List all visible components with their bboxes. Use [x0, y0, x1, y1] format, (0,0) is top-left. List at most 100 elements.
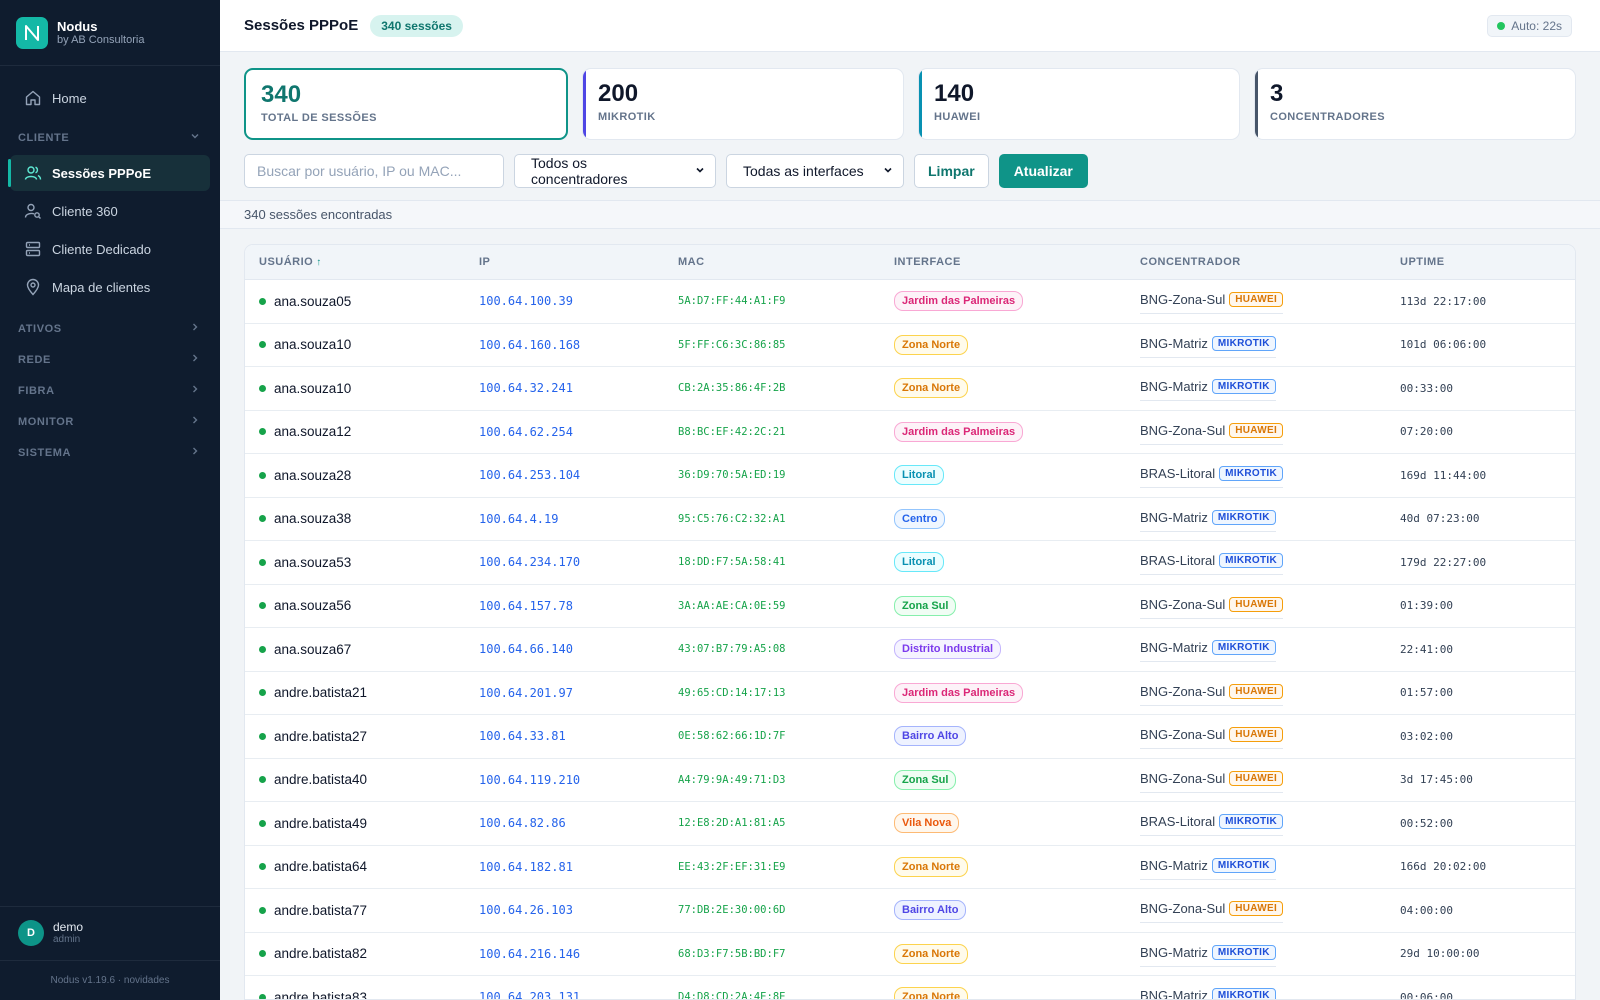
cell-uptime: 169d 11:44:00: [1400, 468, 1487, 482]
section-label: REDE: [18, 353, 51, 366]
user-profile[interactable]: D demo admin: [0, 906, 220, 958]
sidebar-section-rede[interactable]: REDE: [0, 344, 220, 375]
cell-uptime: 01:39:00: [1400, 599, 1453, 613]
username: andre.batista64: [274, 859, 368, 875]
sidebar-item-cliente-360[interactable]: Cliente 360: [10, 193, 210, 229]
sidebar-item-mapa-de-clientes[interactable]: Mapa de clientes: [10, 269, 210, 305]
cell-concentrador: BNG-Zona-Sul HUAWEI: [1140, 897, 1400, 924]
brand[interactable]: Nodus by AB Consultoria: [0, 0, 220, 66]
table-row[interactable]: ana.souza53 100.64.234.170 18:DD:F7:5A:58:…: [245, 541, 1575, 585]
online-status-icon: [259, 471, 266, 479]
cell-concentrador: BNG-Matriz MIKROTIK: [1140, 941, 1400, 967]
cell-usuario: ana.souza38: [245, 511, 479, 526]
cell-interface: Bairro Alto: [894, 726, 1140, 747]
refresh-button[interactable]: Atualizar: [998, 154, 1088, 188]
auto-refresh-indicator[interactable]: Auto: 22s: [1487, 14, 1572, 37]
cell-interface: Jardim das Palmeiras: [894, 291, 1140, 312]
table-row[interactable]: ana.souza12 100.64.62.254 B8:BC:EF:42:2C:2…: [245, 411, 1575, 454]
vendor-badge: MIKROTIK: [1219, 553, 1283, 569]
table-row[interactable]: andre.batista21 100.64.201.97 49:65:CD:14:…: [245, 672, 1575, 715]
cell-uptime: 01:57:00: [1400, 686, 1453, 700]
column-header-concentrador[interactable]: CONCENTRADOR: [1140, 256, 1400, 268]
sidebar-section-monitor[interactable]: MONITOR: [0, 406, 220, 437]
table-row[interactable]: andre.batista82 100.64.216.146 68:D3:F7:5B…: [245, 933, 1575, 976]
column-header-usuario[interactable]: USUÁRIO ↑: [245, 256, 479, 268]
sidebar-item-sessoes-pppoe[interactable]: Sessões PPPoE: [8, 155, 210, 191]
column-header-interface[interactable]: INTERFACE: [894, 256, 1140, 268]
vendor-badge: MIKROTIK: [1211, 335, 1276, 351]
concentrator-name: BNG-Zona-Sul: [1140, 770, 1226, 786]
sidebar-section-sistema[interactable]: SISTEMA: [0, 437, 220, 468]
sidebar-item-cliente-dedicado[interactable]: Cliente Dedicado: [10, 231, 210, 267]
cell-mac: EE:43:2F:EF:31:E9: [678, 860, 786, 873]
interface-badge: Centro: [894, 508, 946, 529]
cell-interface: Jardim das Palmeiras: [894, 682, 1140, 703]
user-name: demo: [53, 919, 84, 934]
table-row[interactable]: andre.batista64 100.64.182.81 EE:43:2F:EF:…: [245, 846, 1575, 889]
table-row[interactable]: ana.souza10 100.64.32.241 CB:2A:35:86:4F:2…: [245, 367, 1575, 411]
cell-uptime: 22:41:00: [1400, 642, 1453, 656]
username: andre.batista83: [274, 989, 368, 1000]
interface-badge: Zona Norte: [894, 987, 969, 999]
table-row[interactable]: andre.batista83 100.64.203.131 D4:D8:CD:2A…: [245, 976, 1575, 1000]
page-header: Sessões PPPoE 340 sessões Auto: 22s: [220, 0, 1600, 52]
interface-badge: Zona Norte: [894, 856, 969, 877]
stat-card-huawei[interactable]: 140 HUAWEI: [918, 68, 1240, 140]
table-row[interactable]: andre.batista27 100.64.33.81 0E:58:62:66:1…: [245, 715, 1575, 759]
cell-interface: Zona Norte: [894, 378, 1140, 399]
table-row[interactable]: ana.souza67 100.64.66.140 43:07:B7:79:A5:0…: [245, 628, 1575, 672]
table-row[interactable]: andre.batista77 100.64.26.103 77:DB:2E:30:…: [245, 889, 1575, 933]
cell-concentrador: BRAS-Litoral MIKROTIK: [1140, 462, 1400, 489]
server-icon: [24, 240, 42, 258]
cell-interface: Zona Norte: [894, 334, 1140, 355]
interface-select[interactable]: Todas as interfaces: [726, 154, 904, 188]
stat-card-total[interactable]: 340 TOTAL DE SESSÕES: [244, 68, 568, 140]
sidebar-section-fibra[interactable]: FIBRA: [0, 375, 220, 406]
search-input[interactable]: [244, 154, 504, 188]
table-row[interactable]: ana.souza38 100.64.4.19 95:C5:76:C2:32:A1 C…: [245, 498, 1575, 541]
concentrator-name: BRAS-Litoral: [1140, 553, 1216, 569]
table-row[interactable]: ana.souza28 100.64.253.104 36:D9:70:5A:ED:…: [245, 454, 1575, 498]
cell-uptime: 04:00:00: [1400, 903, 1453, 917]
cell-uptime: 40d 07:23:00: [1400, 512, 1480, 526]
vendor-badge: HUAWEI: [1229, 422, 1284, 438]
sidebar-section-cliente[interactable]: CLIENTE: [0, 122, 220, 153]
interface-badge: Jardim das Palmeiras: [894, 682, 1024, 703]
interface-badge: Jardim das Palmeiras: [894, 421, 1024, 442]
username: ana.souza12: [274, 424, 352, 440]
cell-uptime: 29d 10:00:00: [1400, 947, 1480, 961]
online-status-icon: [259, 428, 266, 436]
column-header-mac[interactable]: MAC: [678, 256, 894, 268]
sidebar-section-ativos[interactable]: ATIVOS: [0, 313, 220, 344]
table-row[interactable]: ana.souza05 100.64.100.39 5A:D7:FF:44:A1:F…: [245, 280, 1575, 324]
stat-card-mikrotik[interactable]: 200 MIKROTIK: [582, 68, 904, 140]
username: ana.souza10: [274, 380, 352, 396]
concentrator-select[interactable]: Todos os concentradores: [514, 154, 716, 188]
cell-usuario: ana.souza10: [245, 337, 479, 352]
cell-ip: 100.64.201.97: [479, 685, 573, 700]
status-dot-icon: [1497, 21, 1506, 30]
column-header-uptime[interactable]: UPTIME: [1400, 256, 1575, 268]
stat-card-concentradores[interactable]: 3 CONCENTRADORES: [1254, 68, 1576, 140]
vendor-badge: MIKROTIK: [1211, 379, 1276, 395]
column-header-ip[interactable]: IP: [479, 256, 678, 268]
cell-uptime: 166d 20:02:00: [1400, 860, 1487, 874]
cell-concentrador: BNG-Matriz MIKROTIK: [1140, 984, 1400, 999]
table-row[interactable]: ana.souza56 100.64.157.78 3A:AA:AE:CA:0E:5…: [245, 585, 1575, 628]
table-row[interactable]: ana.souza10 100.64.160.168 5F:FF:C6:3C:86:…: [245, 324, 1575, 367]
sidebar-item-label: Home: [52, 90, 87, 106]
map-pin-icon: [24, 278, 42, 296]
table-row[interactable]: andre.batista40 100.64.119.210 A4:79:9A:49…: [245, 759, 1575, 802]
username: andre.batista40: [274, 772, 368, 788]
cell-mac: 95:C5:76:C2:32:A1: [678, 512, 786, 525]
version-link[interactable]: Nodus v1.19.6 · novidades: [0, 960, 220, 1000]
column-label: USUÁRIO: [259, 256, 314, 268]
cell-usuario: andre.batista49: [245, 816, 479, 831]
cell-uptime: 101d 06:06:00: [1400, 338, 1487, 352]
cell-mac: 43:07:B7:79:A5:08: [678, 643, 786, 656]
sidebar-item-home[interactable]: Home: [10, 80, 210, 116]
clear-button[interactable]: Limpar: [914, 154, 989, 188]
cell-mac: 68:D3:F7:5B:BD:F7: [678, 947, 786, 960]
table-row[interactable]: andre.batista49 100.64.82.86 12:E8:2D:A1:8…: [245, 802, 1575, 846]
nodus-logo-icon: [16, 16, 48, 49]
